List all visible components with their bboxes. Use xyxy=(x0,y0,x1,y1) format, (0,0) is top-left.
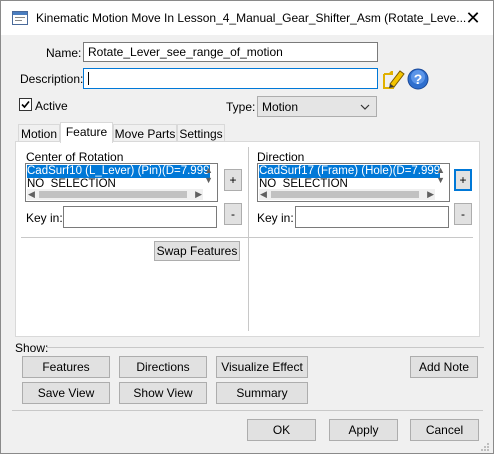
edit-pencil-icon[interactable] xyxy=(382,68,408,90)
horizontal-scrollbar[interactable]: ◀ ▶ xyxy=(27,189,203,200)
name-label: Name: xyxy=(46,46,82,60)
type-label: Type: xyxy=(226,100,256,114)
show-label: Show: xyxy=(15,341,49,355)
scroll-left-icon[interactable]: ◀ xyxy=(260,189,267,199)
scroll-left-icon[interactable]: ◀ xyxy=(28,189,35,199)
center-key-in-label: Key in: xyxy=(26,211,63,225)
chevron-down-icon xyxy=(360,104,370,110)
scroll-up-icon[interactable]: ▲ xyxy=(204,165,213,175)
app-icon xyxy=(12,11,28,25)
show-view-button[interactable]: Show View xyxy=(119,382,207,404)
direction-key-in-field[interactable] xyxy=(295,206,449,228)
scroll-right-icon[interactable]: ▶ xyxy=(427,189,434,199)
center-key-in-field[interactable] xyxy=(63,206,217,228)
tab-feature[interactable]: Feature xyxy=(60,122,113,143)
list-item[interactable]: CadSurf17 (Frame) (Hole)(D=7.999 xyxy=(259,165,441,178)
center-of-rotation-list[interactable]: CadSurf10 (L_Lever) (Pin)(D=7.999 NO_SEL… xyxy=(25,163,218,202)
list-item[interactable]: NO_SELECTION xyxy=(27,178,116,187)
active-checkbox[interactable] xyxy=(19,98,32,111)
ok-button[interactable]: OK xyxy=(247,419,316,441)
direction-key-in-label: Key in: xyxy=(257,211,294,225)
name-field[interactable]: Rotate_Lever_see_range_of_motion xyxy=(83,42,378,62)
summary-button[interactable]: Summary xyxy=(216,382,308,404)
text-caret xyxy=(88,72,89,86)
resize-grip-icon[interactable] xyxy=(479,441,490,452)
description-field[interactable] xyxy=(83,68,378,89)
close-icon[interactable]: ✕ xyxy=(459,5,487,31)
scrollbar-thumb[interactable] xyxy=(271,191,419,198)
active-label: Active xyxy=(35,99,68,113)
add-direction-button[interactable]: + xyxy=(454,169,472,191)
description-label: Description: xyxy=(20,72,84,86)
kinematic-motion-dialog: Kinematic Motion Move In Lesson_4_Manual… xyxy=(0,0,494,454)
scroll-right-icon[interactable]: ▶ xyxy=(195,189,202,199)
show-group-line xyxy=(47,347,484,348)
svg-text:?: ? xyxy=(414,71,423,87)
remove-direction-button[interactable]: - xyxy=(454,203,472,225)
footer-separator xyxy=(12,410,483,411)
swap-features-button[interactable]: Swap Features xyxy=(154,241,240,261)
scrollbar-thumb[interactable] xyxy=(39,191,187,198)
cancel-button[interactable]: Cancel xyxy=(410,419,479,441)
window-title: Kinematic Motion Move In Lesson_4_Manual… xyxy=(36,11,467,25)
list-item[interactable]: CadSurf10 (L_Lever) (Pin)(D=7.999 xyxy=(27,165,210,178)
directions-button[interactable]: Directions xyxy=(119,356,207,378)
checkmark-icon xyxy=(21,100,30,109)
visualize-effect-button[interactable]: Visualize Effect xyxy=(216,356,308,378)
features-button[interactable]: Features xyxy=(22,356,110,378)
direction-label: Direction xyxy=(257,150,305,164)
direction-list[interactable]: CadSurf17 (Frame) (Hole)(D=7.999 NO_SELE… xyxy=(257,163,450,202)
horizontal-scrollbar[interactable]: ◀ ▶ xyxy=(259,189,435,200)
apply-button[interactable]: Apply xyxy=(329,419,398,441)
scroll-down-icon[interactable]: ▼ xyxy=(204,175,213,185)
save-view-button[interactable]: Save View xyxy=(22,382,110,404)
panel-divider xyxy=(248,147,249,331)
help-icon[interactable]: ? xyxy=(407,68,429,90)
feature-separator xyxy=(21,237,473,238)
scroll-up-icon[interactable]: ▲ xyxy=(436,165,445,175)
list-item[interactable]: NO_SELECTION xyxy=(259,178,348,187)
add-center-button[interactable]: + xyxy=(224,169,242,191)
remove-center-button[interactable]: - xyxy=(224,203,242,225)
add-note-button[interactable]: Add Note xyxy=(410,356,478,378)
type-select[interactable]: Motion xyxy=(257,96,377,117)
type-select-value: Motion xyxy=(262,100,299,114)
scroll-down-icon[interactable]: ▼ xyxy=(436,175,445,185)
title-bar: Kinematic Motion Move In Lesson_4_Manual… xyxy=(1,1,493,35)
center-of-rotation-label: Center of Rotation xyxy=(26,150,124,164)
